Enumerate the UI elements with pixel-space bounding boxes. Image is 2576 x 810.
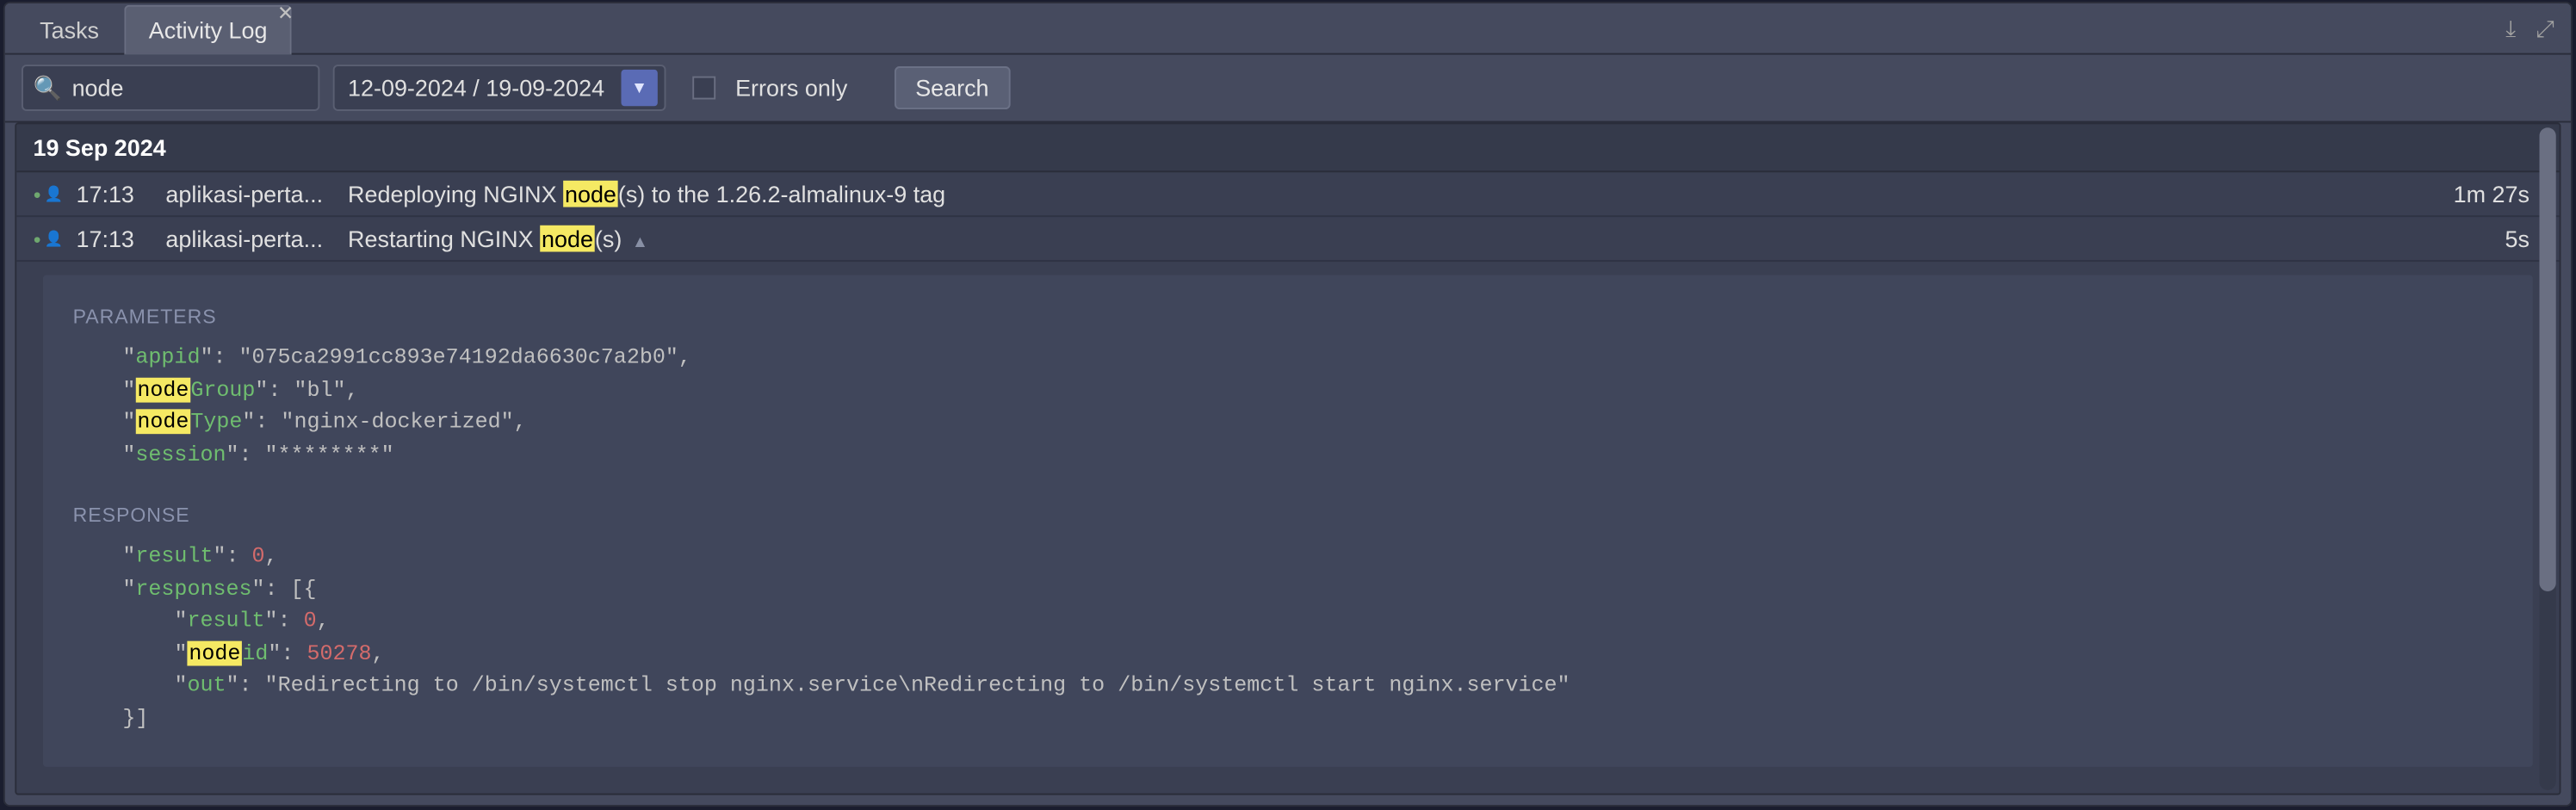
log-content: 19 Sep 2024 17:13 aplikasi-perta... Rede…	[15, 122, 2561, 795]
log-row[interactable]: 17:13 aplikasi-perta... Restarting NGINX…	[16, 217, 2559, 262]
search-highlight: node	[540, 226, 595, 252]
errors-only-checkbox[interactable]	[692, 77, 715, 100]
search-input[interactable]	[72, 75, 372, 102]
chevron-down-icon[interactable]: ▼	[621, 70, 657, 106]
log-message: Restarting NGINX node(s)▲	[348, 226, 2488, 252]
collapse-icon[interactable]: ▲	[632, 233, 648, 251]
response-heading: RESPONSE	[73, 500, 2504, 530]
log-env: aplikasi-perta...	[165, 226, 331, 252]
scrollbar-track[interactable]	[2539, 127, 2555, 790]
download-icon[interactable]: ⤓	[2505, 14, 2516, 42]
log-time: 17:13	[77, 181, 150, 207]
date-group-header: 19 Sep 2024	[16, 124, 2559, 172]
errors-only-label: Errors only	[735, 75, 847, 102]
search-highlight: node	[563, 181, 618, 207]
log-time: 17:13	[77, 226, 150, 252]
tab-tasks[interactable]: Tasks	[15, 5, 124, 55]
close-icon[interactable]: ✕	[277, 3, 294, 23]
date-range-text: 12-09-2024 / 19-09-2024	[348, 75, 604, 102]
log-row[interactable]: 17:13 aplikasi-perta... Redeploying NGIN…	[16, 172, 2559, 217]
log-env: aplikasi-perta...	[165, 181, 331, 207]
log-details: PARAMETERS "appid": "075ca2991cc893e7419…	[43, 275, 2533, 766]
expand-icon[interactable]: ⤢	[2536, 14, 2554, 42]
scrollbar-thumb[interactable]	[2539, 127, 2555, 591]
tab-activity-log-label: Activity Log	[149, 16, 268, 43]
log-message: Redeploying NGINX node(s) to the 1.26.2-…	[348, 181, 2437, 207]
tab-activity-log[interactable]: Activity Log ✕	[124, 5, 292, 55]
search-button[interactable]: Search	[894, 66, 1010, 109]
parameters-block: "appid": "075ca2991cc893e74192da6630c7a2…	[122, 341, 2503, 470]
parameters-heading: PARAMETERS	[73, 301, 2504, 331]
window-controls: ⤓ ⤢	[2505, 14, 2571, 42]
search-icon: 🔍	[33, 74, 62, 102]
tabs-row: Tasks Activity Log ✕ ⤓ ⤢	[5, 3, 2571, 55]
user-action-icon	[33, 182, 59, 206]
date-range-box[interactable]: 12-09-2024 / 19-09-2024 ▼	[333, 65, 666, 111]
activity-log-window: Tasks Activity Log ✕ ⤓ ⤢ 🔍 ✕ 12-09-2024 …	[3, 2, 2573, 807]
response-block: "result": 0, "responses": [{ "result": 0…	[122, 540, 2503, 733]
search-box: 🔍 ✕	[22, 65, 319, 111]
filter-row: 🔍 ✕ 12-09-2024 / 19-09-2024 ▼ Errors onl…	[5, 55, 2571, 123]
log-duration: 1m 27s	[2454, 181, 2543, 207]
user-action-icon	[33, 227, 59, 250]
log-duration: 5s	[2505, 226, 2542, 252]
